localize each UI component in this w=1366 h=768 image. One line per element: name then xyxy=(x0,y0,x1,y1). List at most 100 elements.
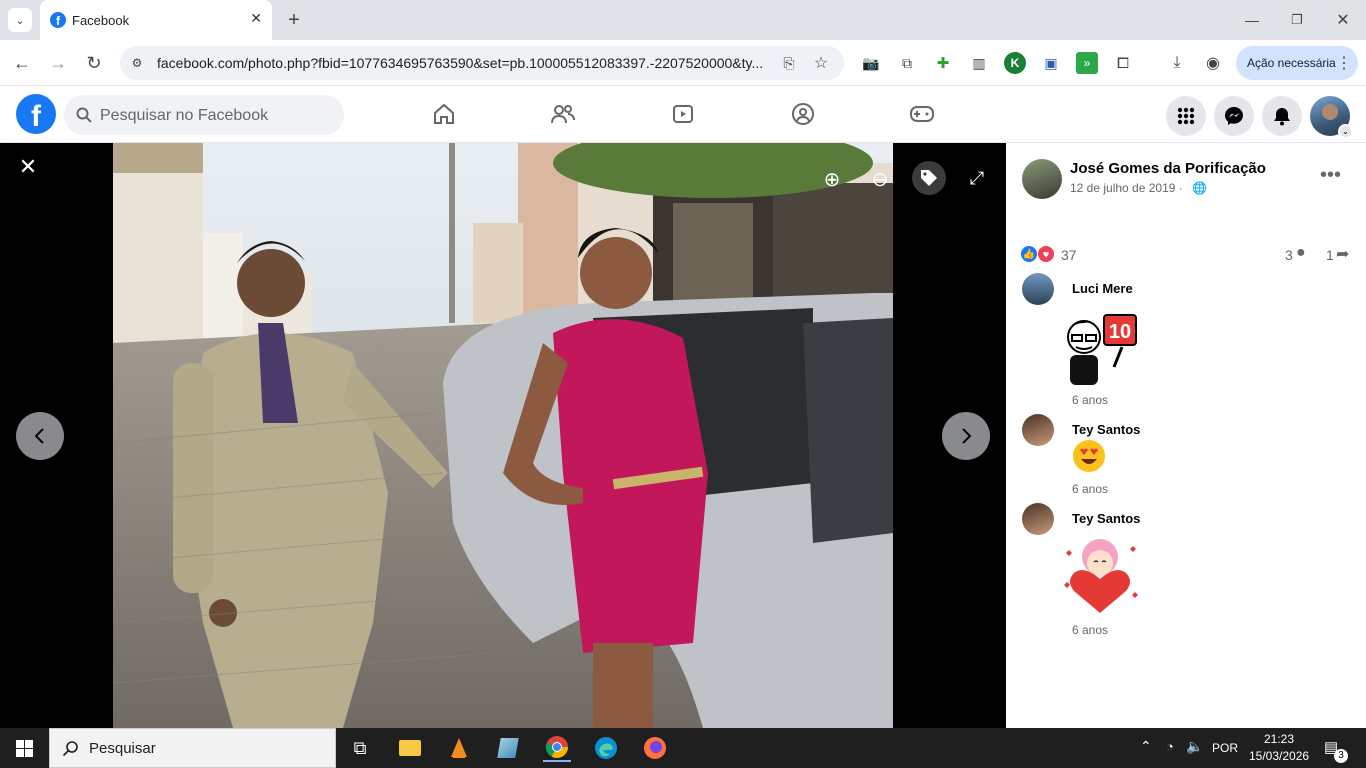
fullscreen-icon[interactable]: ⤢ xyxy=(964,165,990,191)
author-name[interactable]: José Gomes da Porificação xyxy=(1070,160,1266,177)
clock-time[interactable]: 21:23 xyxy=(1264,732,1294,746)
restore-icon[interactable]: ❐ xyxy=(1285,8,1309,32)
tray-chevron-up-icon[interactable]: ⌃ xyxy=(1140,738,1152,755)
home-icon[interactable] xyxy=(424,92,464,136)
chevron-right-icon xyxy=(962,428,972,444)
heart-eyes-emoji-icon xyxy=(1072,439,1106,473)
facebook-logo-icon[interactable]: f xyxy=(16,94,56,134)
windows-taskbar: Pesquisar ⧉ ⌃ ◔ 🔈 POR 21:23 15/03/2026 ▤… xyxy=(0,728,1366,768)
address-bar[interactable]: ⚙ facebook.com/photo.php?fbid=1077634695… xyxy=(120,46,844,80)
comment-time[interactable]: 6 anos xyxy=(1072,623,1108,637)
chevron-left-icon xyxy=(34,428,44,444)
clock-date[interactable]: 15/03/2026 xyxy=(1249,749,1309,763)
windows-start-icon[interactable] xyxy=(16,740,33,757)
post-side-panel: José Gomes da Porificação 12 de julho de… xyxy=(1006,143,1366,728)
friends-icon[interactable] xyxy=(543,92,583,136)
notifications-bell-icon[interactable] xyxy=(1262,96,1302,136)
shares-count[interactable]: 1 xyxy=(1326,247,1334,263)
gaming-icon[interactable] xyxy=(902,92,942,136)
comment-time[interactable]: 6 anos xyxy=(1072,482,1108,496)
svg-text:10: 10 xyxy=(1109,321,1131,343)
install-app-icon[interactable]: ⎘ xyxy=(778,52,800,74)
network-icon[interactable]: ◔ xyxy=(1166,739,1174,754)
forward-icon[interactable]: → xyxy=(46,51,70,75)
comments-count[interactable]: 3 xyxy=(1285,247,1293,263)
like-reaction-icon[interactable]: 👍 xyxy=(1020,245,1038,263)
facebook-search-box[interactable]: Pesquisar no Facebook xyxy=(64,95,344,135)
extensions-puzzle-icon[interactable]: ⧠ xyxy=(1112,52,1134,74)
zoom-out-icon[interactable]: ⊖ xyxy=(866,165,893,193)
tab-title: Facebook xyxy=(72,13,130,28)
post-date[interactable]: 12 de julho de 2019 · xyxy=(1070,181,1183,195)
task-view-icon[interactable]: ⧉ xyxy=(346,734,374,762)
firefox-icon[interactable] xyxy=(641,734,669,762)
commenter-name[interactable]: Luci Mere xyxy=(1072,281,1133,296)
url-text[interactable]: facebook.com/photo.php?fbid=107763469576… xyxy=(157,55,769,71)
notes-app-icon[interactable] xyxy=(494,734,522,762)
copy-extension-icon[interactable]: ⧉ xyxy=(896,52,918,74)
commenter-avatar[interactable] xyxy=(1022,503,1054,535)
back-icon[interactable]: ← xyxy=(10,51,34,75)
action-needed-label: Ação necessária xyxy=(1247,56,1336,70)
browser-toolbar: ← → ↻ ⚙ facebook.com/photo.php?fbid=1077… xyxy=(0,40,1366,86)
edge-icon[interactable] xyxy=(592,734,620,762)
tab-close-icon[interactable]: ✕ xyxy=(250,10,262,27)
account-avatar[interactable]: ⌄ xyxy=(1310,96,1353,139)
site-info-icon[interactable]: ⚙ xyxy=(128,54,146,72)
search-icon xyxy=(62,741,78,757)
commenter-avatar[interactable] xyxy=(1022,414,1054,446)
public-globe-icon: 🌐 xyxy=(1192,181,1207,195)
camera-extension-icon[interactable]: 📷 xyxy=(860,52,882,74)
love-reaction-icon[interactable]: ♥ xyxy=(1037,245,1055,263)
previous-photo-button[interactable] xyxy=(16,412,64,460)
tag-icon[interactable] xyxy=(912,161,946,195)
account-chevron-icon[interactable]: ⌄ xyxy=(1338,124,1353,139)
more-options-icon[interactable]: ••• xyxy=(1320,165,1341,185)
new-tab-icon[interactable]: + xyxy=(282,8,306,32)
facebook-header: f Pesquisar no Facebook ⌄ xyxy=(0,86,1366,143)
save-extension-icon[interactable]: ▣ xyxy=(1040,52,1062,74)
comment-bubble-icon: ● xyxy=(1296,244,1306,261)
notification-count-badge: 3 xyxy=(1334,749,1348,763)
messenger-icon[interactable] xyxy=(1214,96,1254,136)
facebook-favicon-icon: f xyxy=(50,12,66,28)
commenter-avatar[interactable] xyxy=(1022,273,1054,305)
groups-icon[interactable] xyxy=(783,92,823,136)
vlc-icon[interactable] xyxy=(445,734,473,762)
language-indicator[interactable]: POR xyxy=(1212,741,1238,755)
avatar-face xyxy=(1322,104,1338,120)
share-arrow-icon: ➦ xyxy=(1336,246,1350,263)
author-avatar[interactable] xyxy=(1022,159,1062,199)
heart-girl-sticker xyxy=(1060,535,1140,619)
green-extension-icon[interactable]: » xyxy=(1076,52,1098,74)
reactions-count[interactable]: 37 xyxy=(1061,247,1077,263)
reload-icon[interactable]: ↻ xyxy=(82,51,106,75)
comment-time[interactable]: 6 anos xyxy=(1072,393,1108,407)
k-extension-icon[interactable]: K xyxy=(1004,52,1026,74)
volume-icon[interactable]: 🔈 xyxy=(1186,738,1203,755)
photo-viewer: ✕ ⊕ ⊖ ⤢ xyxy=(0,143,1006,728)
watch-icon[interactable] xyxy=(663,92,703,136)
taskbar-search-label: Pesquisar xyxy=(89,740,156,757)
browser-tab[interactable]: f Facebook ✕ xyxy=(40,0,272,40)
taskbar-search-box[interactable]: Pesquisar xyxy=(49,728,336,768)
commenter-name[interactable]: Tey Santos xyxy=(1072,511,1140,526)
bookmark-star-icon[interactable]: ☆ xyxy=(810,52,832,74)
close-viewer-icon[interactable]: ✕ xyxy=(16,154,40,179)
bank-extension-icon[interactable]: ▥ xyxy=(968,52,990,74)
plus-extension-icon[interactable]: ✚ xyxy=(932,52,954,74)
file-explorer-icon[interactable] xyxy=(396,734,424,762)
chrome-icon[interactable] xyxy=(543,734,571,762)
tab-search-chevron-icon[interactable]: ⌄ xyxy=(8,8,32,32)
post-photo[interactable]: ⊕ ⊖ xyxy=(113,143,893,728)
chrome-menu-icon[interactable]: ⋮ xyxy=(1336,52,1352,74)
zoom-in-icon[interactable]: ⊕ xyxy=(818,165,846,193)
profile-icon[interactable]: ◉ xyxy=(1202,52,1224,74)
sticker-10: 10 xyxy=(1062,311,1142,387)
next-photo-button[interactable] xyxy=(942,412,990,460)
menu-grid-icon[interactable] xyxy=(1166,96,1206,136)
window-close-icon[interactable]: ✕ xyxy=(1331,8,1355,32)
minimize-icon[interactable]: — xyxy=(1240,8,1264,32)
commenter-name[interactable]: Tey Santos xyxy=(1072,422,1140,437)
download-icon[interactable]: ⤓ xyxy=(1166,52,1188,74)
